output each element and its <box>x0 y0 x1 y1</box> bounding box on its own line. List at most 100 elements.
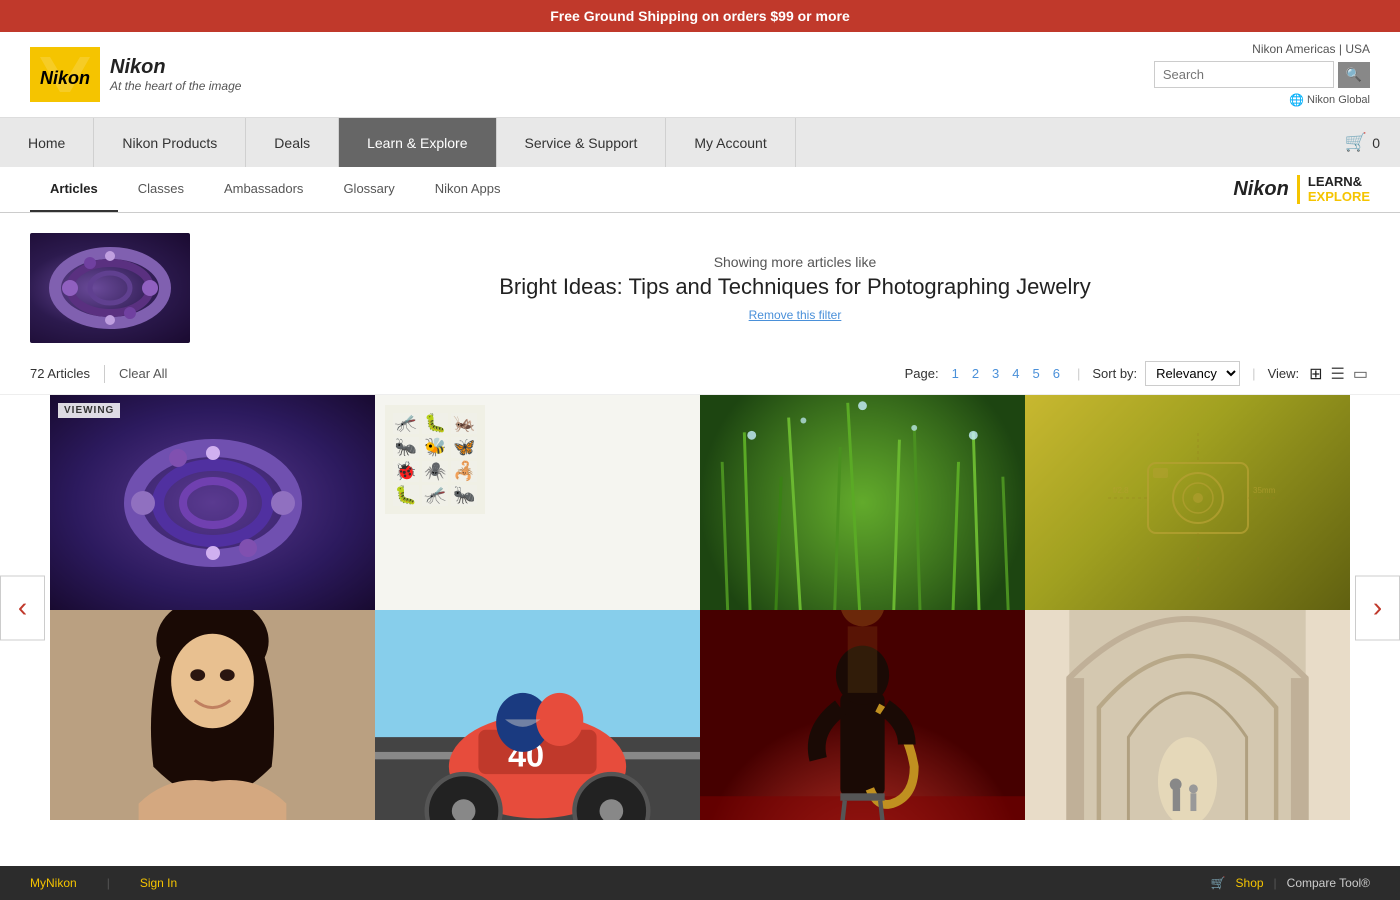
site-header: Nikon Nikon At the heart of the image Ni… <box>0 32 1400 118</box>
prev-arrow[interactable]: ‹ <box>0 575 45 640</box>
nav-cart[interactable]: 🛒 0 <box>1325 118 1400 167</box>
tab-glossary[interactable]: Glossary <box>323 167 414 212</box>
search-area: 🔍 <box>1154 61 1370 88</box>
footer-shop: 🛒 <box>1211 876 1226 890</box>
next-arrow[interactable]: › <box>1355 575 1400 640</box>
footer-bar: MyNikon | Sign In 🛒 Shop | Compare Tool® <box>0 866 1400 900</box>
tagline-text: At the heart of the image <box>110 79 241 93</box>
bug-7: 🐞 <box>393 461 419 482</box>
learn-explore-text: LEARN& EXPLORE <box>1297 175 1370 204</box>
nikon-global-link[interactable]: 🌐 Nikon Global <box>1289 93 1370 107</box>
header-logo-area: Nikon Nikon At the heart of the image <box>30 47 241 102</box>
page-label: Page: <box>905 366 939 381</box>
footer-sep-1: | <box>107 876 110 890</box>
articles-toolbar: 72 Articles Clear All Page: 1 2 3 4 5 6 … <box>0 353 1400 395</box>
nav-products[interactable]: Nikon Products <box>94 118 246 167</box>
nav-deals[interactable]: Deals <box>246 118 339 167</box>
bug-5: 🐝 <box>422 437 448 458</box>
footer-compare-tool[interactable]: Compare Tool® <box>1287 876 1370 890</box>
cart-count: 0 <box>1372 135 1380 151</box>
nikon-logo-text: Nikon <box>1233 178 1289 201</box>
grid-view-button[interactable]: ⊞ <box>1307 362 1324 386</box>
hero-image <box>30 233 190 343</box>
page-6[interactable]: 6 <box>1048 364 1065 383</box>
page-1[interactable]: 1 <box>947 364 964 383</box>
sort-select[interactable]: Relevancy Date Title <box>1145 361 1240 386</box>
bug-4: 🐜 <box>393 437 419 458</box>
showing-text: Showing more articles like <box>220 254 1370 270</box>
footer-mynikon[interactable]: MyNikon <box>30 876 77 890</box>
logo-tagline: Nikon At the heart of the image <box>110 56 241 93</box>
page-5[interactable]: 5 <box>1028 364 1045 383</box>
bug-11: 🦟 <box>422 485 448 506</box>
grid-cell-musician[interactable] <box>700 610 1025 820</box>
tab-classes[interactable]: Classes <box>118 167 204 212</box>
remove-filter[interactable]: Remove this filter <box>220 308 1370 322</box>
tab-ambassadors[interactable]: Ambassadors <box>204 167 323 212</box>
banner-text: Free Ground Shipping on orders $99 or mo… <box>550 8 850 24</box>
page-2[interactable]: 2 <box>967 364 984 383</box>
svg-text:f/2.8: f/2.8 <box>1113 486 1129 495</box>
region-label: Nikon Americas | USA <box>1252 42 1370 56</box>
view-label: View: <box>1268 366 1300 381</box>
nav-learn-explore[interactable]: Learn & Explore <box>339 118 496 167</box>
grid-cell-motorcycle[interactable]: 40 <box>375 610 700 820</box>
grid-cell-bugs[interactable]: 🦟 🐛 🦗 🐜 🐝 🦋 🐞 🕷️ 🦂 🐛 🦟 🐜 <box>375 395 700 610</box>
nikon-global-label: Nikon Global <box>1307 94 1370 106</box>
next-arrow-icon: › <box>1373 592 1382 624</box>
list-view-button[interactable]: ☰ <box>1329 362 1347 386</box>
article-title: Bright Ideas: Tips and Techniques for Ph… <box>220 274 1370 300</box>
search-button[interactable]: 🔍 <box>1338 62 1370 88</box>
bugs-grid: 🦟 🐛 🦗 🐜 🐝 🦋 🐞 🕷️ 🦂 🐛 🦟 🐜 <box>385 405 485 514</box>
logo-name: Nikon <box>110 56 241 79</box>
clear-all-button[interactable]: Clear All <box>119 366 167 381</box>
sub-nav: Articles Classes Ambassadors Glossary Ni… <box>0 167 1400 213</box>
bug-2: 🐛 <box>422 413 448 434</box>
sort-view-divider: | <box>1252 366 1255 381</box>
grid-cell-jewelry[interactable]: VIEWING <box>50 395 375 610</box>
explore-text: EXPLORE <box>1308 190 1370 204</box>
page-4[interactable]: 4 <box>1007 364 1024 383</box>
svg-text:35mm: 35mm <box>1253 486 1276 495</box>
nav-account[interactable]: My Account <box>666 118 795 167</box>
page-3[interactable]: 3 <box>987 364 1004 383</box>
footer-sep-2: | <box>1274 876 1277 890</box>
viewing-badge: VIEWING <box>58 403 120 418</box>
globe-icon: 🌐 <box>1289 93 1304 107</box>
footer-shop-label[interactable]: Shop <box>1236 876 1264 890</box>
bug-3: 🦗 <box>451 413 477 434</box>
nikon-learn-explore-logo: Nikon LEARN& EXPLORE <box>1233 175 1370 204</box>
bug-12: 🐜 <box>451 485 477 506</box>
bug-6: 🦋 <box>451 437 477 458</box>
view-icons: ⊞ ☰ ▭ <box>1307 362 1370 386</box>
nav-service[interactable]: Service & Support <box>497 118 667 167</box>
nav-home[interactable]: Home <box>0 118 94 167</box>
grid-cell-woman[interactable] <box>50 610 375 820</box>
toolbar-divider <box>104 365 105 383</box>
hero-text-area: Showing more articles like Bright Ideas:… <box>220 254 1370 322</box>
image-grid: VIEWING 🦟 🐛 🦗 🐜 <box>50 395 1350 820</box>
promo-banner: Free Ground Shipping on orders $99 or mo… <box>0 0 1400 32</box>
tab-articles[interactable]: Articles <box>30 167 118 212</box>
header-right-area: Nikon Americas | USA 🔍 🌐 Nikon Global <box>1154 42 1370 107</box>
nikon-logo[interactable]: Nikon <box>30 47 100 102</box>
bug-10: 🐛 <box>393 485 419 506</box>
image-grid-wrapper: ‹ › VIEWING <box>50 395 1350 820</box>
tab-nikon-apps[interactable]: Nikon Apps <box>415 167 521 212</box>
toolbar-right: Page: 1 2 3 4 5 6 | Sort by: Relevancy D… <box>905 361 1370 386</box>
single-view-button[interactable]: ▭ <box>1351 362 1370 386</box>
articles-count: 72 Articles <box>30 366 90 381</box>
page-sort-divider: | <box>1077 366 1080 381</box>
learn-text: LEARN& <box>1308 175 1370 189</box>
bug-1: 🦟 <box>393 413 419 434</box>
svg-text:Nikon: Nikon <box>40 68 90 88</box>
footer-signin[interactable]: Sign In <box>140 876 177 890</box>
cart-icon: 🛒 <box>1345 132 1367 153</box>
grid-cell-tech[interactable]: f/2.8 35mm <box>1025 395 1350 610</box>
main-nav: Home Nikon Products Deals Learn & Explor… <box>0 118 1400 167</box>
grid-cell-architecture[interactable] <box>1025 610 1350 820</box>
search-input[interactable] <box>1154 61 1334 88</box>
bug-8: 🕷️ <box>422 461 448 482</box>
grid-cell-grass[interactable] <box>700 395 1025 610</box>
prev-arrow-icon: ‹ <box>18 592 27 624</box>
